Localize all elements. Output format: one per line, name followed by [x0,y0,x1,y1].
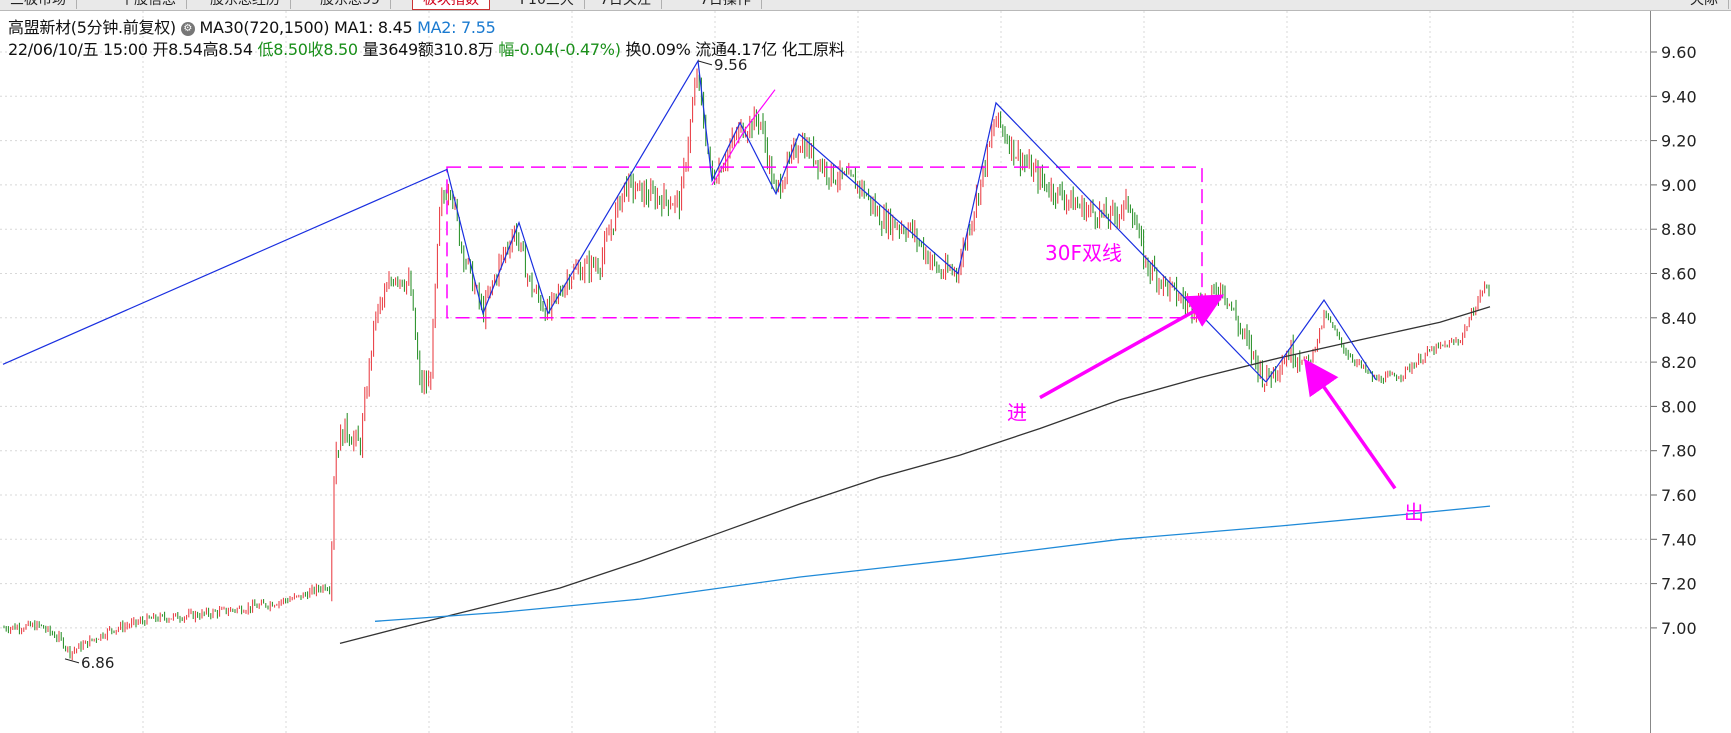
axis-tick-label: 8.60 [1661,265,1697,284]
annotation-text: 30F双线 [1045,241,1122,265]
axis-tick-label: 7.20 [1661,575,1697,594]
tab-three-board[interactable]: 三板市场 [0,0,77,9]
annotation-text: 进 [1007,401,1027,425]
axis-tick-label: 8.80 [1661,220,1697,239]
price-axis-svg: 9.60 9.40 9.20 9.00 8.80 8.60 8.40 8.20 8.00 7.80… [1651,43,1697,638]
axis-tick-label: 8.40 [1661,309,1697,328]
bar-datetime: 22/06/10/五 15:00 [8,40,148,59]
annotation-arrow [1039,294,1225,400]
bar-close: 收8.50 [307,40,358,59]
chart-svg: 9.566.8630F双线进出 [0,11,1650,733]
bar-high: 高8.54 [202,40,253,59]
tab-stock-info[interactable]: 个股信息 [110,0,187,9]
tab-shareholders-99[interactable]: 股东总99 [310,0,391,9]
extreme-pointer [697,60,713,66]
price-axis: 9.60 9.40 9.20 9.00 8.80 8.60 8.40 8.20 8.00 7.80… [1651,11,1731,733]
axis-tick-label: 9.20 [1661,132,1697,151]
bar-change: 幅-0.04(-0.47%) [498,40,621,59]
tab-f10[interactable]: F10三大 [510,0,585,9]
bar-turnover: 换0.09% [625,40,691,59]
tab-more[interactable]: 天际 [1680,0,1729,9]
chart-header-row2: 22/06/10/五 15:00 开8.54高8.54 低8.50收8.50 量… [8,36,845,60]
annotation-text: 出 [1404,500,1424,524]
bar-volume: 量3649 [362,40,419,59]
ma2-label: MA2: 7.55 [417,18,496,37]
tab-7day-watch[interactable]: 7日关注 [590,0,662,9]
ma1-label: MA1: 8.45 [334,18,413,37]
axis-tick-label: 8.20 [1661,353,1697,372]
ma30-label: MA30(720,1500) [199,18,330,37]
chart-header-row1: 高盟新材(5分钟.前复权) ⚙ MA30(720,1500) MA1: 8.45… [8,14,496,38]
axis-tick-label: 7.40 [1661,530,1697,549]
bar-amount: 额310.8万 [417,40,494,59]
annotation-arrow [1303,358,1397,490]
tab-shareholders[interactable]: 股东总经历 [200,0,291,9]
ma2-line [374,505,1491,622]
settings-icon[interactable]: ⚙ [180,21,195,36]
axis-tick-label: 9.40 [1661,87,1697,106]
axis-tick-label: 9.00 [1661,176,1697,195]
axis-tick-label: 7.00 [1661,619,1697,638]
bar-open: 开8.54 [152,40,203,59]
extreme-label: 6.86 [81,654,114,672]
stock-name: 高盟新材(5分钟.前复权) [8,18,176,37]
bar-float: 流通4.17亿 [695,40,777,59]
zigzag-line [2,59,1267,383]
bar-sector: 化工原料 [781,40,845,59]
axis-tick-label: 8.00 [1661,397,1697,416]
chart-plot-area[interactable]: 9.56 6.86 30F双线进出 [0,11,1651,733]
tab-sector-index[interactable]: 板块指数 [412,0,490,10]
axis-tick-label: 7.60 [1661,486,1697,505]
tab-7day-ops[interactable]: 7日操作 [690,0,762,9]
axis-tick-label: 7.80 [1661,442,1697,461]
ma1-line [339,306,1491,645]
tab-bar: 三板市场 个股信息 股东总经历 股东总99 板块指数 F10三大 7日关注 7日… [0,0,1731,11]
bar-low: 低8.50 [257,40,308,59]
axis-tick-label: 9.60 [1661,43,1697,62]
